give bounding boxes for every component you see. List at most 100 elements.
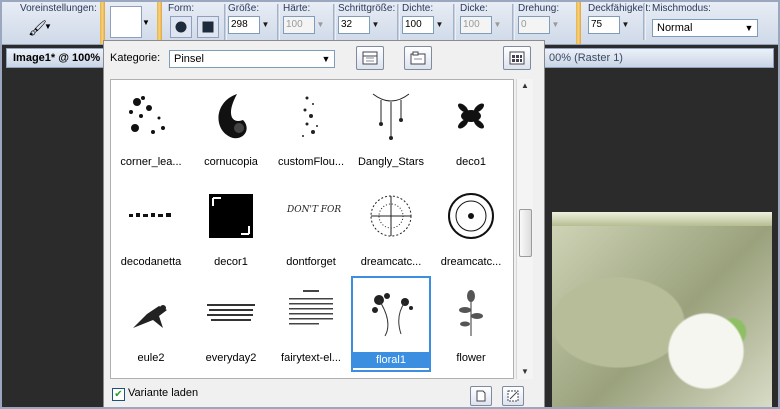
hardness-field[interactable]: 100 [283,16,315,34]
arrow-down-icon[interactable]: ▼ [492,16,503,34]
blendmode-select[interactable]: Normal ▼ [652,19,758,37]
brush-tile-deco1[interactable]: deco1 [431,80,511,176]
grid-view-button[interactable] [503,46,531,70]
image-window-tab-raster[interactable]: 00% (Raster 1) [534,48,774,68]
separator [333,4,336,40]
separator [277,4,280,40]
arrow-down-icon[interactable]: ▼ [370,16,381,34]
rotation-field[interactable]: 0 [518,16,550,34]
brush-thumbnail [121,282,181,342]
brush-thumbnail [121,186,181,246]
scrollbar-thumb[interactable] [519,209,532,257]
opacity-stepper[interactable]: 75 ▼ [588,16,631,34]
thickness-stepper[interactable]: 100 ▼ [460,16,503,34]
brush-tile-decor1[interactable]: decor1 [191,180,271,276]
brush-tile-decodanetta[interactable]: decodanetta [111,180,191,276]
brush-thumbnail [441,282,501,342]
edit-brush-button[interactable] [502,386,524,406]
dontforget-text: DON'T FORGET [286,205,341,215]
brush-name: customFlou... [277,156,345,168]
separator [453,4,456,40]
category-select[interactable]: Pinsel ▼ [169,50,335,68]
brush-name: decor1 [214,256,248,268]
brush-name: dreamcatc... [360,256,422,268]
brush-name: dreamcatc... [440,256,502,268]
arrow-down-icon[interactable]: ▼ [315,16,326,34]
separator [157,0,162,44]
brush-tile-everyday2[interactable]: everyday2 [191,276,271,372]
image-window-tab[interactable]: Image1* @ 100% [6,48,106,68]
separator [576,0,581,44]
chevron-down-icon: ▼ [744,23,754,33]
brush-thumbnail [281,282,341,342]
size-label: Größe: [228,3,260,14]
brush-tile-eule2[interactable]: eule2 [111,276,191,372]
size-field[interactable]: 298 [228,16,260,34]
hardness-label: Härte: [283,3,311,14]
brush-thumbnail [281,86,341,146]
brush-tile-fairytext[interactable]: fairytext-el... [271,276,351,372]
brush-thumbnail [121,86,181,146]
brush-name: corner_lea... [120,156,182,168]
brush-tile-cornucopia[interactable]: cornucopia [191,80,271,176]
scroll-down-icon[interactable]: ▼ [517,365,533,379]
brush-tile-dangly-stars[interactable]: Dangly_Stars [351,80,431,176]
size-stepper[interactable]: 298 ▼ [228,16,271,34]
brush-tile-floral1[interactable]: floral1 [351,276,431,372]
brush-grid-scrollbar[interactable]: ▲ ▼ [516,79,533,379]
export-brush-button[interactable] [470,386,492,406]
pencil-icon [507,390,519,402]
open-folder-button[interactable] [404,46,432,70]
arrow-down-icon[interactable]: ▼ [434,16,445,34]
blendmode-label: Mischmodus: [652,3,711,14]
round-shape-button[interactable] [170,16,192,38]
brush-picker-popup: Kategorie: Pinsel ▼ corner_lea... cornuc… [103,40,545,409]
brush-tile-customflourish[interactable]: customFlou... [271,80,351,176]
square-shape-button[interactable] [197,16,219,38]
hardness-stepper[interactable]: 100 ▼ [283,16,326,34]
list-view-button[interactable] [356,46,384,70]
brush-name: everyday2 [205,352,257,364]
separator [224,4,227,40]
picker-header: Kategorie: Pinsel ▼ [104,41,544,77]
brush-thumbnail [201,186,261,246]
load-variant-label: Variante laden [128,387,199,399]
separator [643,4,646,40]
brush-name: floral1 [351,352,431,368]
step-field[interactable]: 32 [338,16,370,34]
brush-name: dontforget [286,256,336,268]
rotation-stepper[interactable]: 0 ▼ [518,16,561,34]
density-field[interactable]: 100 [402,16,434,34]
arrow-down-icon[interactable]: ▼ [620,16,631,34]
brush-tile-flower[interactable]: flower [431,276,511,372]
brush-thumbnail [361,186,421,246]
step-stepper[interactable]: 32 ▼ [338,16,381,34]
brush-thumbnail [441,86,501,146]
chevron-down-icon[interactable]: ▼ [44,22,52,31]
chevron-down-icon[interactable]: ▼ [142,18,150,27]
brush-tip-thumbnail[interactable] [110,6,142,38]
brush-name: flower [456,352,486,364]
scroll-up-icon[interactable]: ▲ [517,79,533,93]
document-icon [476,390,486,402]
opacity-field[interactable]: 75 [588,16,620,34]
brush-name: fairytext-el... [281,352,341,364]
brush-tile-corner-leaves[interactable]: corner_lea... [111,80,191,176]
picker-footer: ✔ Variante laden [104,381,544,409]
separator [512,4,515,40]
square-icon [202,21,214,33]
rotation-label: Drehung: [518,3,560,14]
load-variant-checkbox[interactable]: ✔ [112,388,125,401]
arrow-down-icon[interactable]: ▼ [550,16,561,34]
arrow-down-icon[interactable]: ▼ [260,16,271,34]
brush-tip-preview[interactable]: ▼ [106,0,150,44]
grid-view-icon [509,51,525,65]
brush-name: decodanetta [120,256,182,268]
opacity-label: Deckfähigkeit: [588,3,651,14]
thickness-field[interactable]: 100 [460,16,492,34]
brush-tile-dontforget[interactable]: DON'T FORGET dontforget [271,180,351,276]
brush-tile-dreamcatcher-2[interactable]: dreamcatc... [431,180,511,276]
tool-options-bar: Voreinstellungen: 🖌 ▼ ▼ Form: Größe: 298… [0,0,780,45]
density-stepper[interactable]: 100 ▼ [402,16,445,34]
brush-tile-dreamcatcher-1[interactable]: dreamcatc... [351,180,431,276]
